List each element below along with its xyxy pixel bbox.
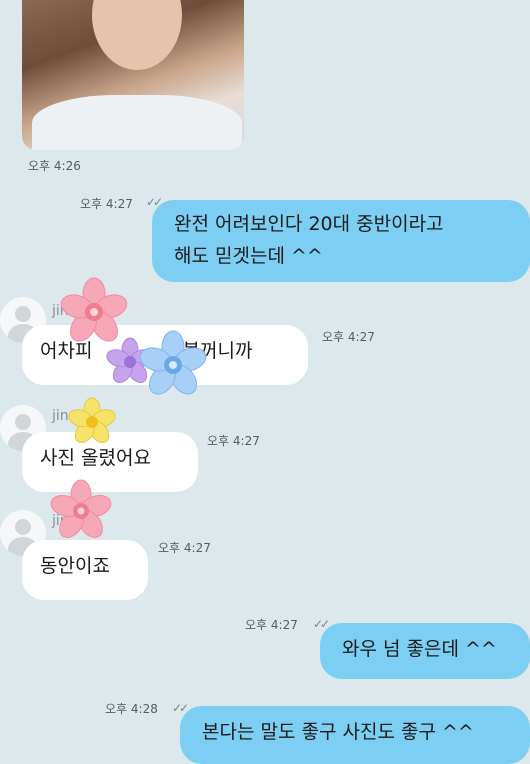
photo-face <box>92 0 182 70</box>
outgoing-message-bubble[interactable]: 완전 어려보인다 20대 중반이라고 해도 믿겟는데 ^^ <box>152 200 530 282</box>
received-photo[interactable] <box>22 0 244 150</box>
message-text: 동안이죠 <box>40 555 110 577</box>
message-time: 오후 4:27 <box>245 618 298 632</box>
message-time: 오후 4:27 <box>322 330 375 344</box>
message-time: 오후 4:27 <box>158 541 211 555</box>
flower-sticker-icon <box>139 330 207 395</box>
default-profile-icon <box>15 519 31 535</box>
double-check-icon: ✓✓ <box>172 701 189 715</box>
default-profile-icon <box>15 306 31 322</box>
message-time: 오후 4:26 <box>28 159 81 173</box>
message-text: 사진 올렸어요 <box>40 447 151 469</box>
message-time: 오후 4:27 <box>80 197 133 211</box>
default-profile-icon <box>15 414 31 430</box>
message-text: 와우 넘 좋은데 ^^ <box>342 638 497 660</box>
double-check-icon: ✓✓ <box>313 617 330 631</box>
outgoing-message-bubble[interactable]: 와우 넘 좋은데 ^^ <box>320 623 530 679</box>
message-time: 오후 4:28 <box>105 702 158 716</box>
incoming-message-bubble[interactable]: 동안이죠 <box>22 540 148 600</box>
photo-shirt <box>32 95 242 150</box>
message-text: 본다는 말도 좋구 사진도 좋구 ^^ <box>202 721 474 743</box>
message-text-line: 해도 믿겟는데 ^^ <box>174 245 323 267</box>
flower-sticker-icon <box>50 479 112 538</box>
flower-sticker-icon <box>68 397 116 443</box>
outgoing-message-bubble[interactable]: 본다는 말도 좋구 사진도 좋구 ^^ <box>180 706 530 764</box>
message-text-line: 완전 어려보인다 20대 중반이라고 <box>174 213 444 235</box>
message-time: 오후 4:27 <box>207 434 260 448</box>
